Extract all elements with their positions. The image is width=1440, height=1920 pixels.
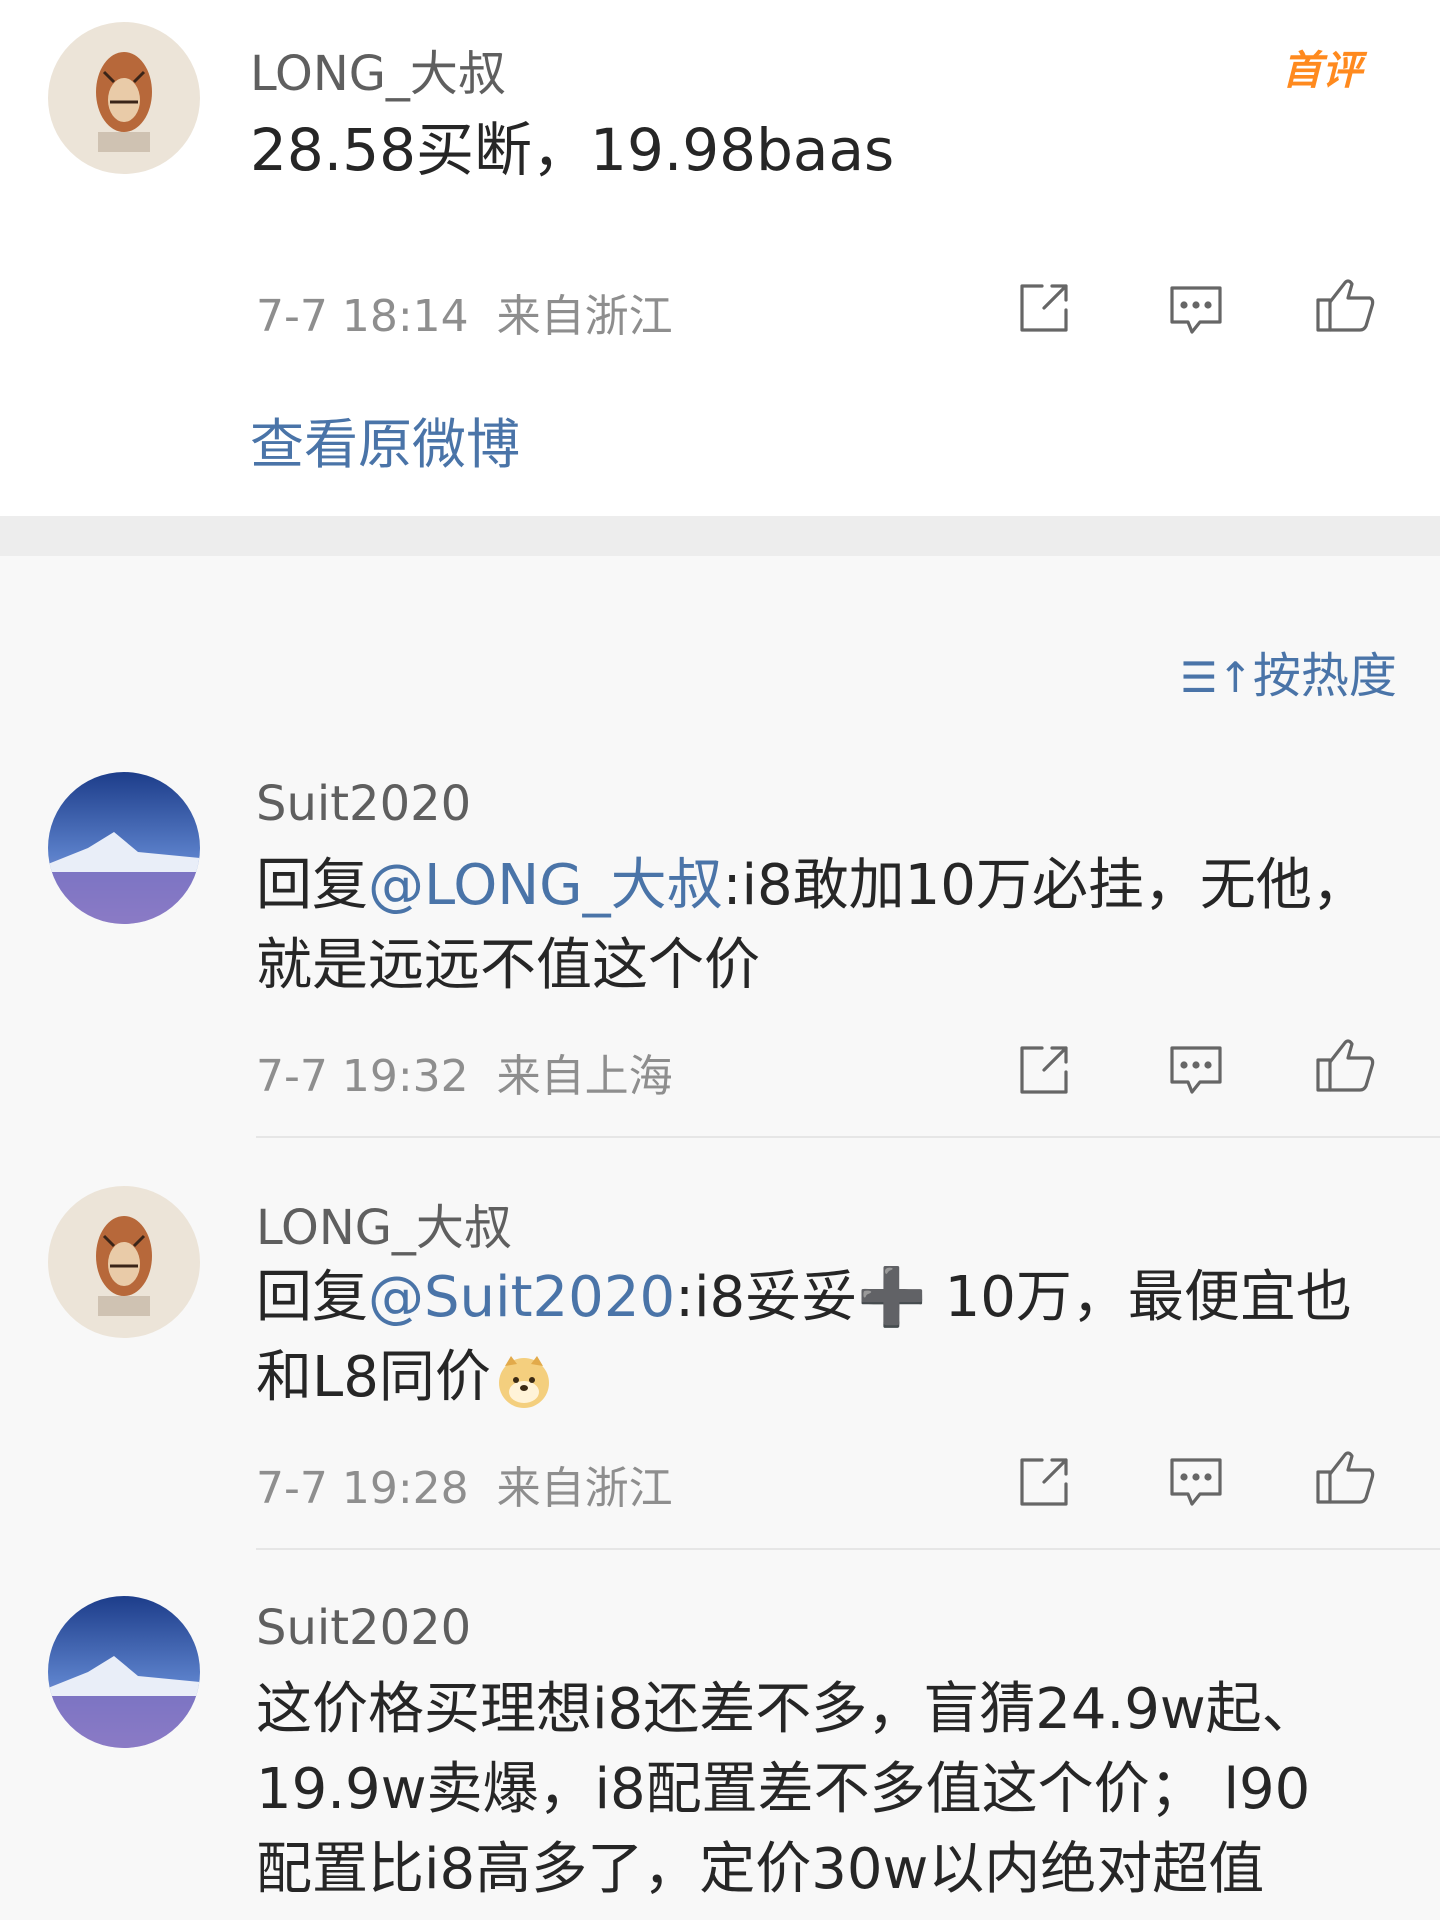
comment-icon[interactable] <box>1166 1040 1226 1100</box>
doge-emoji-icon <box>495 1352 553 1410</box>
reply-time: 7-7 19:32 来自上海 <box>256 1051 673 1102</box>
sort-by-hot[interactable]: ☰↑按热度 <box>1180 636 1397 706</box>
avatar-landscape[interactable] <box>48 1596 200 1748</box>
post-content: 28.58买断，19.98baas <box>250 116 895 184</box>
reply-content: 回复@LONG_大叔:i8敢加10万必挂，无他， 就是远远不值这个价 <box>256 853 1368 998</box>
reply-author[interactable]: LONG_大叔 <box>256 1188 512 1258</box>
avatar-tiger[interactable] <box>48 1186 200 1338</box>
reply-content: 回复@Suit2020:i8妥妥➕ 10万，最便宜也 和L8同价 <box>256 1265 1352 1410</box>
reply-author[interactable]: Suit2020 <box>256 1600 471 1656</box>
avatar-tiger[interactable] <box>48 22 200 174</box>
mention-link[interactable]: @Suit2020 <box>368 1265 675 1330</box>
author-name[interactable]: LONG_大叔 <box>250 34 506 104</box>
reply-time: 7-7 19:28 来自浙江 <box>256 1463 673 1514</box>
avatar-landscape[interactable] <box>48 772 200 924</box>
share-icon[interactable] <box>1014 1040 1074 1100</box>
reply-divider <box>256 1136 1440 1138</box>
comment-icon[interactable] <box>1166 1452 1226 1512</box>
original-post-card <box>0 0 1440 516</box>
share-icon[interactable] <box>1014 278 1074 338</box>
reply-author[interactable]: Suit2020 <box>256 776 471 832</box>
like-icon[interactable] <box>1314 1444 1375 1504</box>
post-location: 来自浙江 <box>496 291 673 342</box>
mention-link[interactable]: @LONG_大叔 <box>368 853 723 918</box>
first-comment-badge: 首评 <box>1282 48 1362 94</box>
comment-icon[interactable] <box>1166 280 1226 340</box>
like-icon[interactable] <box>1314 1032 1375 1092</box>
post-time: 7-7 18:14 来自浙江 <box>256 291 673 342</box>
reply-content: 这价格买理想i8还差不多，盲猜24.9w起、 19.9w卖爆，i8配置差不多值这… <box>256 1677 1318 1902</box>
reply-divider <box>256 1548 1440 1550</box>
share-icon[interactable] <box>1014 1452 1074 1512</box>
reply-location: 来自浙江 <box>496 1463 673 1514</box>
sort-icon: ☰↑ <box>1180 653 1253 702</box>
reply-location: 来自上海 <box>496 1051 673 1102</box>
like-icon[interactable] <box>1314 272 1375 332</box>
section-gap <box>0 516 1440 556</box>
view-original-link[interactable]: 查看原微博 <box>250 400 520 479</box>
